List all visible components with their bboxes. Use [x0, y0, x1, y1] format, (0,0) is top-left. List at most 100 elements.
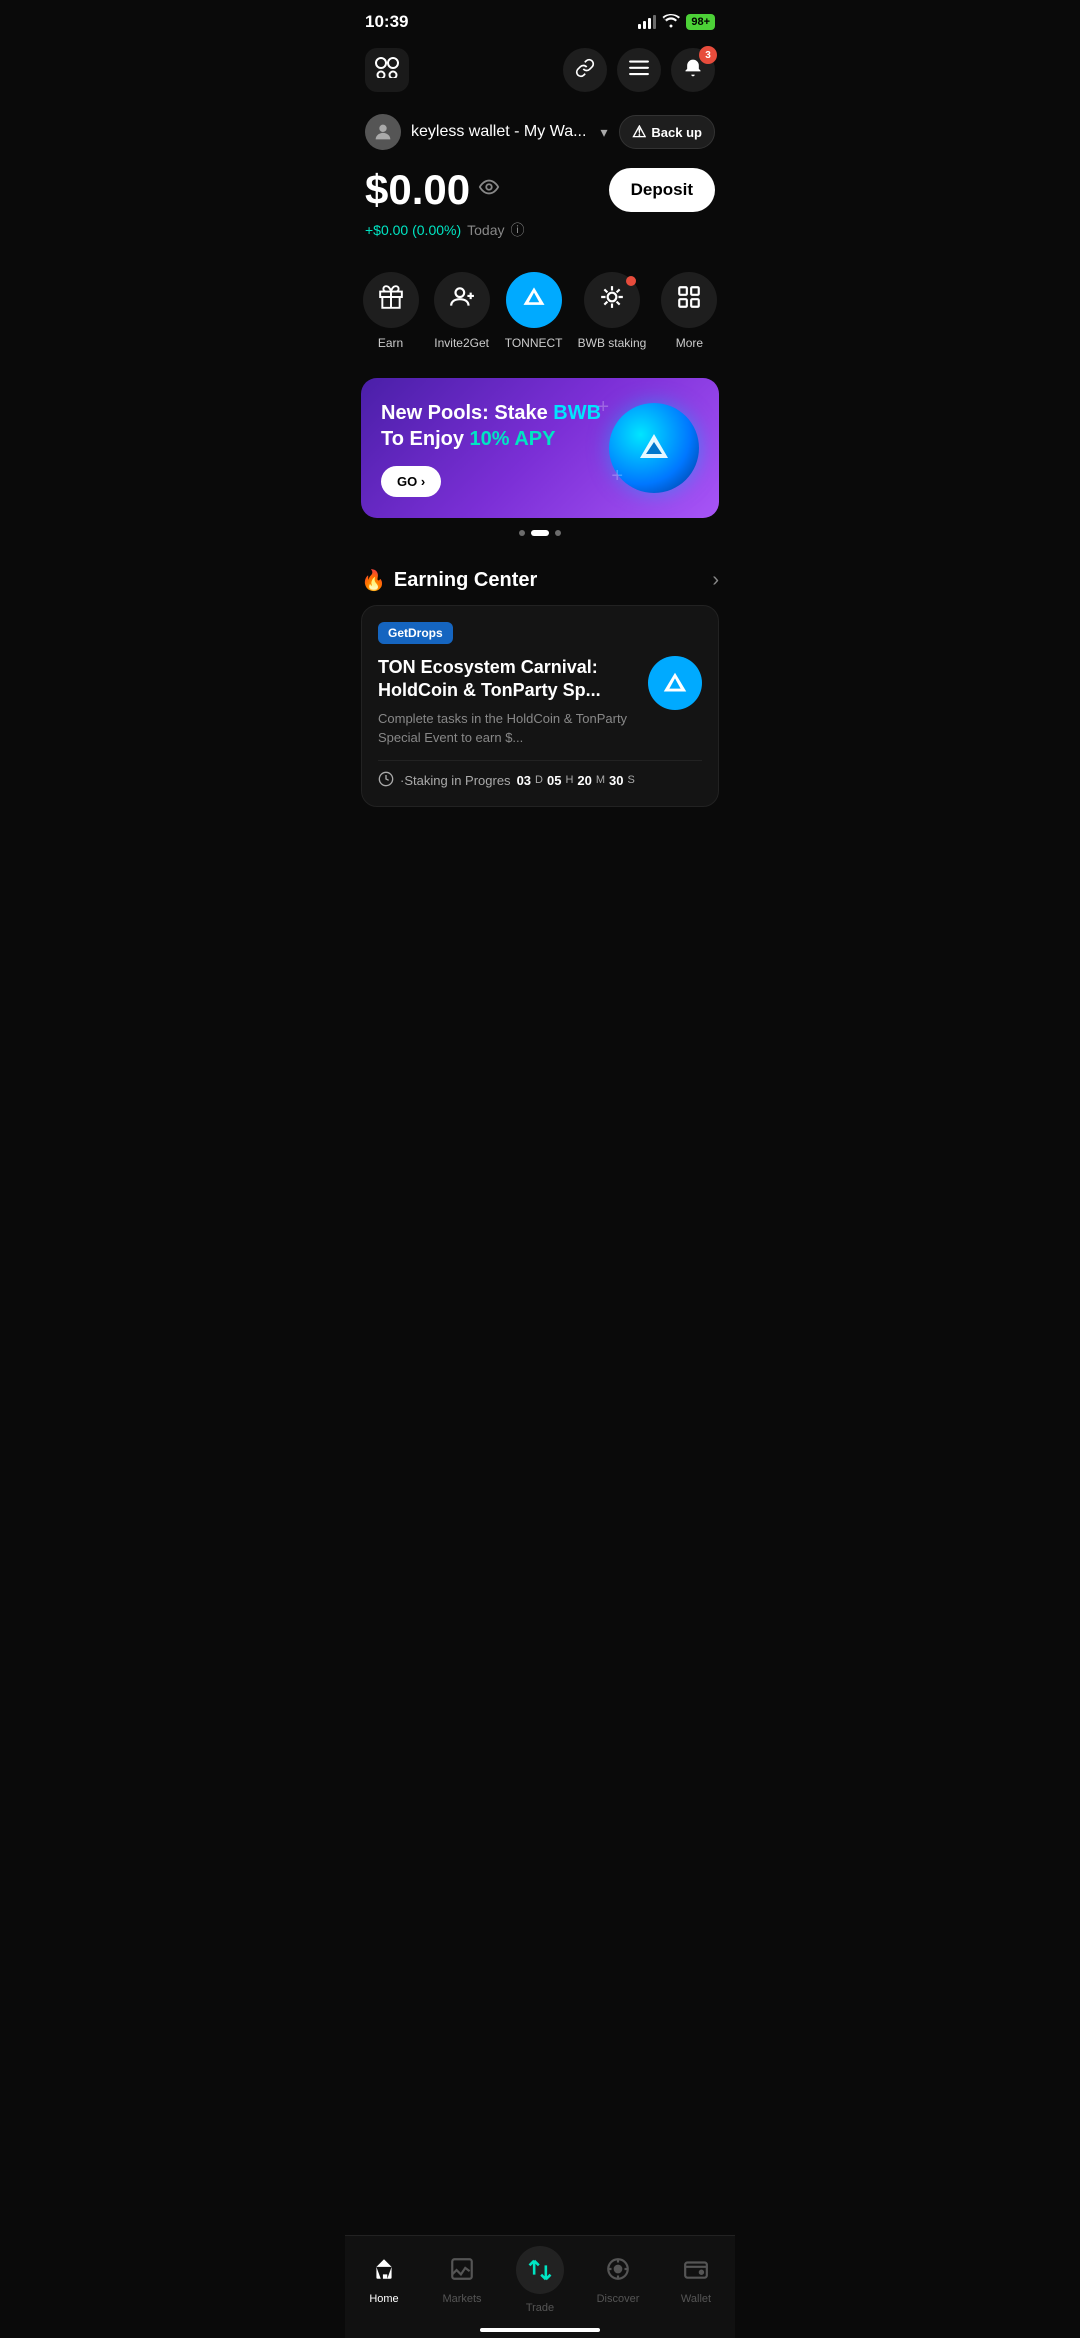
nav-trade[interactable]: Trade	[501, 2246, 579, 2314]
earn-action[interactable]: Earn	[363, 272, 419, 350]
wallet-info[interactable]: keyless wallet - My Wa... ▾	[365, 114, 607, 150]
staking-progress: ·Staking in Progres 03 D 05 H 20 M 30 S	[378, 760, 702, 790]
balance-change: +$0.00 (0.00%) Today ⓘ	[365, 220, 715, 240]
deco-plus-1: +	[597, 396, 609, 419]
markets-icon	[449, 2256, 475, 2289]
wallet-header: keyless wallet - My Wa... ▾ ⚠ Back up	[365, 114, 715, 150]
deco-plus-2: +	[611, 465, 623, 488]
home-indicator	[480, 2328, 600, 2332]
banner-text: New Pools: Stake BWB To Enjoy 10% APY GO…	[381, 400, 609, 497]
staking-icon	[599, 284, 625, 316]
status-bar: 10:39 98+	[345, 0, 735, 40]
info-icon[interactable]: ⓘ	[510, 220, 524, 240]
timer-minutes: 20	[577, 773, 591, 788]
bell-icon	[683, 58, 703, 83]
nav-home[interactable]: Home	[345, 2256, 423, 2305]
earning-card[interactable]: GetDrops TON Ecosystem Carnival: HoldCoi…	[361, 605, 719, 807]
earning-card-text: TON Ecosystem Carnival: HoldCoin & TonPa…	[378, 656, 636, 748]
timer-hours: 05	[547, 773, 561, 788]
banner-title-accent1: BWB	[553, 402, 601, 424]
logo-button[interactable]	[365, 48, 409, 92]
go-button[interactable]: GO ›	[381, 466, 441, 497]
wallet-avatar	[365, 114, 401, 150]
nav-wallet[interactable]: Wallet	[657, 2256, 735, 2305]
staking-icon-wrap	[584, 272, 640, 328]
banner-dot-1	[519, 530, 525, 536]
nav-markets[interactable]: Markets	[423, 2256, 501, 2305]
earning-card-desc: Complete tasks in the HoldCoin & TonPart…	[378, 709, 636, 748]
banner-title-part2: To Enjoy	[381, 428, 470, 450]
earn-icon-wrap	[363, 272, 419, 328]
earning-center-label: Earning Center	[394, 569, 537, 592]
banner-dot-3	[555, 530, 561, 536]
tonnect-icon-wrap	[506, 272, 562, 328]
timer-d-label: D	[535, 774, 543, 786]
earning-card-tonnect-icon	[648, 656, 702, 710]
wallet-name-highlight: keyless wallet	[411, 123, 510, 140]
backup-label: Back up	[651, 125, 702, 140]
user-plus-icon	[449, 284, 475, 316]
home-icon	[371, 2256, 397, 2289]
status-icons: 98+	[638, 14, 715, 31]
discover-nav-label: Discover	[597, 2293, 640, 2305]
header-nav: 3	[345, 40, 735, 104]
more-icon-wrap	[661, 272, 717, 328]
timer-h-label: H	[565, 774, 573, 786]
banner-section: + + New Pools: Stake BWB To Enjoy 10% AP…	[345, 368, 735, 552]
balance-display: $0.00	[365, 166, 500, 214]
gift-icon	[378, 284, 404, 316]
countdown-timer: 03 D 05 H 20 M 30 S	[517, 773, 635, 788]
notification-button[interactable]: 3	[671, 48, 715, 92]
signal-icon	[638, 15, 656, 29]
banner-title-part1: New Pools: Stake	[381, 402, 553, 424]
wallet-section: keyless wallet - My Wa... ▾ ⚠ Back up $0…	[345, 104, 735, 256]
fire-icon: 🔥	[361, 568, 386, 593]
timer-s-label: S	[628, 774, 635, 786]
wallet-nav-label: Wallet	[681, 2293, 711, 2305]
tonnect-label: TONNECT	[505, 336, 563, 350]
earning-center-header[interactable]: 🔥 Earning Center ›	[345, 552, 735, 605]
wallet-name: keyless wallet - My Wa...	[411, 123, 586, 141]
status-time: 10:39	[365, 12, 408, 32]
link-icon	[575, 58, 595, 83]
balance-row: $0.00 Deposit	[365, 166, 715, 214]
earning-card-title: TON Ecosystem Carnival: HoldCoin & TonPa…	[378, 656, 636, 703]
discover-icon	[605, 2256, 631, 2289]
invite2get-action[interactable]: Invite2Get	[434, 272, 490, 350]
notification-badge: 3	[699, 46, 717, 64]
staking-label: ·Staking in Progres	[400, 773, 511, 788]
banner-dot-2	[531, 530, 549, 536]
tonnect-action[interactable]: TONNECT	[505, 272, 563, 350]
clock-icon	[378, 771, 394, 790]
nav-discover[interactable]: Discover	[579, 2256, 657, 2305]
home-nav-label: Home	[369, 2293, 398, 2305]
battery-indicator: 98+	[686, 14, 715, 30]
backup-button[interactable]: ⚠ Back up	[619, 115, 715, 149]
wallet-chevron-icon: ▾	[600, 124, 607, 141]
banner-dots	[361, 530, 719, 536]
timer-m-label: M	[596, 774, 605, 786]
timer-days: 03	[517, 773, 531, 788]
menu-button[interactable]	[617, 48, 661, 92]
link-button[interactable]	[563, 48, 607, 92]
tonnect-icon	[520, 283, 548, 317]
balance-change-value: +$0.00 (0.00%)	[365, 222, 461, 238]
bwb-staking-action[interactable]: BWB staking	[578, 272, 647, 350]
trade-nav-label: Trade	[526, 2302, 554, 2314]
today-label: Today	[467, 222, 504, 238]
banner-card[interactable]: + + New Pools: Stake BWB To Enjoy 10% AP…	[361, 378, 719, 518]
actions-row: Earn Invite2Get	[355, 272, 725, 350]
bottom-nav: Home Markets Trade Discover	[345, 2235, 735, 2338]
staking-label: BWB staking	[578, 336, 647, 350]
staking-notification-dot	[626, 276, 636, 286]
more-action[interactable]: More	[661, 272, 717, 350]
wallet-icon	[683, 2256, 709, 2289]
banner-title-accent2: 10% APY	[470, 428, 556, 450]
warning-icon: ⚠	[632, 122, 646, 142]
eye-icon[interactable]	[478, 176, 500, 204]
invite-label: Invite2Get	[434, 336, 489, 350]
earning-card-content: TON Ecosystem Carnival: HoldCoin & TonPa…	[378, 656, 702, 748]
more-label: More	[676, 336, 703, 350]
logo-icon	[374, 56, 400, 84]
deposit-button[interactable]: Deposit	[609, 168, 715, 212]
